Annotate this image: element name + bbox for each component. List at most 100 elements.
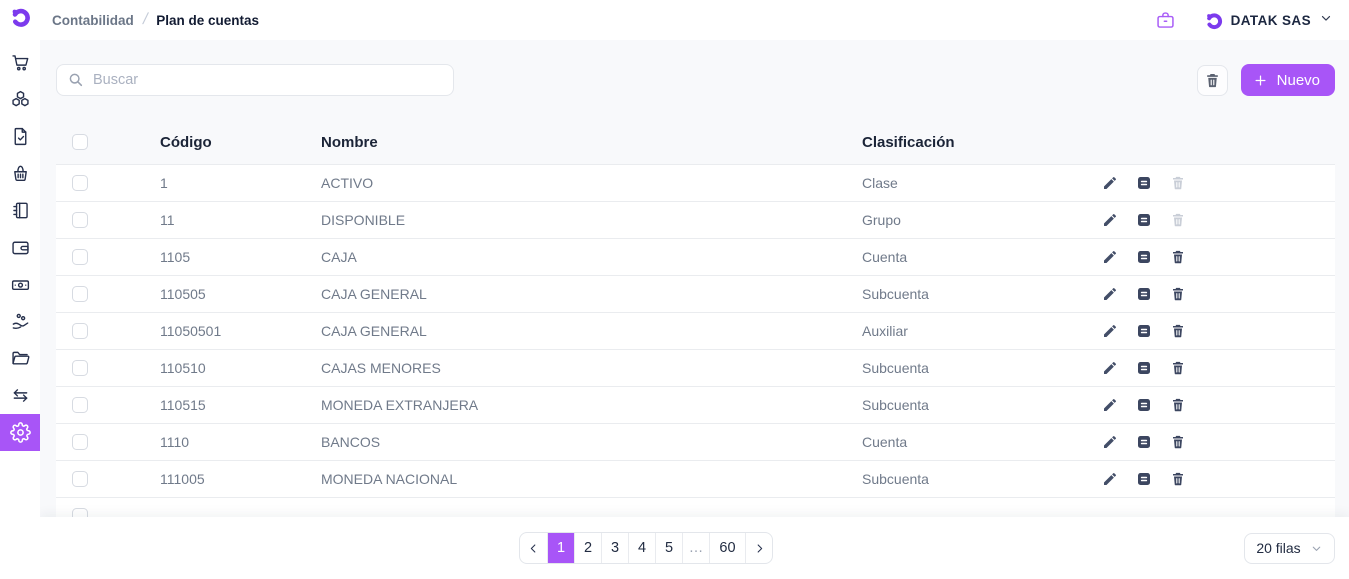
cell-codigo: 110515 (160, 397, 321, 413)
row-checkbox[interactable] (72, 212, 88, 228)
page-button[interactable]: 1 (547, 533, 574, 563)
delete-row-button (1168, 173, 1188, 193)
row-checkbox[interactable] (72, 323, 88, 339)
details-row-button[interactable] (1134, 173, 1154, 193)
table-body: 1 ACTIVO Clase (56, 164, 1335, 497)
sidebar-item-purchases[interactable] (0, 155, 40, 192)
row-checkbox[interactable] (72, 397, 88, 413)
row-checkbox[interactable] (72, 249, 88, 265)
sidebar-item-cash[interactable] (0, 266, 40, 303)
breadcrumb: Contabilidad / Plan de cuentas (52, 11, 259, 29)
edit-row-button[interactable] (1100, 210, 1120, 230)
select-all-checkbox[interactable] (72, 134, 88, 150)
edit-row-button[interactable] (1100, 247, 1120, 267)
cell-clasificacion: Grupo (862, 212, 1100, 228)
app-logo[interactable] (0, 0, 40, 34)
table-row: 110505 CAJA GENERAL Subcuenta (56, 275, 1335, 312)
rows-per-page-select[interactable]: 20 filas (1244, 533, 1335, 564)
trash-icon (1170, 434, 1186, 450)
trash-icon (1170, 471, 1186, 487)
details-row-button[interactable] (1134, 247, 1154, 267)
trash-icon (1204, 72, 1221, 89)
company-menu[interactable]: DATAK SAS (1204, 11, 1333, 30)
sidebar-item-documents[interactable] (0, 118, 40, 155)
sidebar-item-wallet[interactable] (0, 229, 40, 266)
cell-clasificacion: Subcuenta (862, 397, 1100, 413)
details-row-button[interactable] (1134, 469, 1154, 489)
cell-nombre: CAJA (321, 249, 862, 265)
delete-row-button[interactable] (1168, 284, 1188, 304)
banknote-icon (10, 274, 31, 295)
page-button[interactable]: 4 (628, 533, 655, 563)
edit-row-button[interactable] (1100, 284, 1120, 304)
ledger-book-icon (10, 200, 31, 221)
delete-row-button[interactable] (1168, 321, 1188, 341)
trash-icon (1170, 249, 1186, 265)
row-checkbox[interactable] (72, 286, 88, 302)
cell-nombre: CAJA GENERAL (321, 286, 862, 302)
pencil-icon (1102, 212, 1118, 228)
page-button[interactable]: 5 (655, 533, 682, 563)
edit-row-button[interactable] (1100, 173, 1120, 193)
briefcase-button[interactable] (1155, 10, 1176, 31)
row-checkbox[interactable] (72, 434, 88, 450)
table-row: 110510 CAJAS MENORES Subcuenta (56, 349, 1335, 386)
details-row-button[interactable] (1134, 358, 1154, 378)
row-checkbox[interactable] (72, 175, 88, 191)
folder-icon (10, 348, 31, 369)
edit-row-button[interactable] (1100, 469, 1120, 489)
row-checkbox[interactable] (72, 471, 88, 487)
table-row-partial (56, 497, 1335, 517)
sidebar-item-inventory[interactable] (0, 81, 40, 118)
hand-coins-icon (10, 311, 31, 332)
details-row-button[interactable] (1134, 284, 1154, 304)
sidebar-item-settings[interactable] (0, 414, 40, 451)
details-row-button[interactable] (1134, 395, 1154, 415)
delete-row-button[interactable] (1168, 247, 1188, 267)
toolbar: Nuevo (56, 64, 1335, 96)
sidebar-item-payroll[interactable] (0, 303, 40, 340)
delete-row-button[interactable] (1168, 395, 1188, 415)
cell-nombre: MONEDA NACIONAL (321, 471, 862, 487)
edit-row-button[interactable] (1100, 321, 1120, 341)
delete-row-button[interactable] (1168, 358, 1188, 378)
sidebar-item-files[interactable] (0, 340, 40, 377)
delete-row-button[interactable] (1168, 469, 1188, 489)
cell-clasificacion: Subcuenta (862, 471, 1100, 487)
main-area: Contabilidad / Plan de cuentas DATAK SAS (40, 0, 1349, 579)
search-box (56, 64, 454, 96)
trash-icon (1170, 360, 1186, 376)
cell-clasificacion: Cuenta (862, 249, 1100, 265)
breadcrumb-section[interactable]: Contabilidad (52, 13, 134, 28)
table-row: 1110 BANCOS Cuenta (56, 423, 1335, 460)
sidebar-item-ledger[interactable] (0, 192, 40, 229)
sidebar-item-transfers[interactable] (0, 377, 40, 414)
briefcase-icon (1155, 10, 1176, 31)
trash-icon (1170, 323, 1186, 339)
edit-row-button[interactable] (1100, 395, 1120, 415)
row-checkbox[interactable] (72, 508, 88, 517)
sidebar-nav (0, 44, 40, 451)
details-row-button[interactable] (1134, 210, 1154, 230)
details-icon (1136, 175, 1152, 191)
row-checkbox[interactable] (72, 360, 88, 376)
edit-row-button[interactable] (1100, 432, 1120, 452)
search-input[interactable] (93, 72, 442, 88)
delete-row-button[interactable] (1168, 432, 1188, 452)
pencil-icon (1102, 434, 1118, 450)
page-button[interactable]: 3 (601, 533, 628, 563)
details-row-button[interactable] (1134, 432, 1154, 452)
details-icon (1136, 286, 1152, 302)
sidebar-item-sales[interactable] (0, 44, 40, 81)
column-header-clasificacion: Clasificación (862, 134, 1100, 151)
next-page-button[interactable] (745, 533, 772, 563)
details-row-button[interactable] (1134, 321, 1154, 341)
bulk-delete-button[interactable] (1197, 65, 1228, 96)
edit-row-button[interactable] (1100, 358, 1120, 378)
cell-codigo: 1 (160, 175, 321, 191)
page-button[interactable]: 2 (574, 533, 601, 563)
cell-codigo: 1105 (160, 249, 321, 265)
new-button[interactable]: Nuevo (1241, 64, 1335, 96)
page-button[interactable]: 60 (709, 533, 745, 563)
prev-page-button[interactable] (520, 533, 547, 563)
